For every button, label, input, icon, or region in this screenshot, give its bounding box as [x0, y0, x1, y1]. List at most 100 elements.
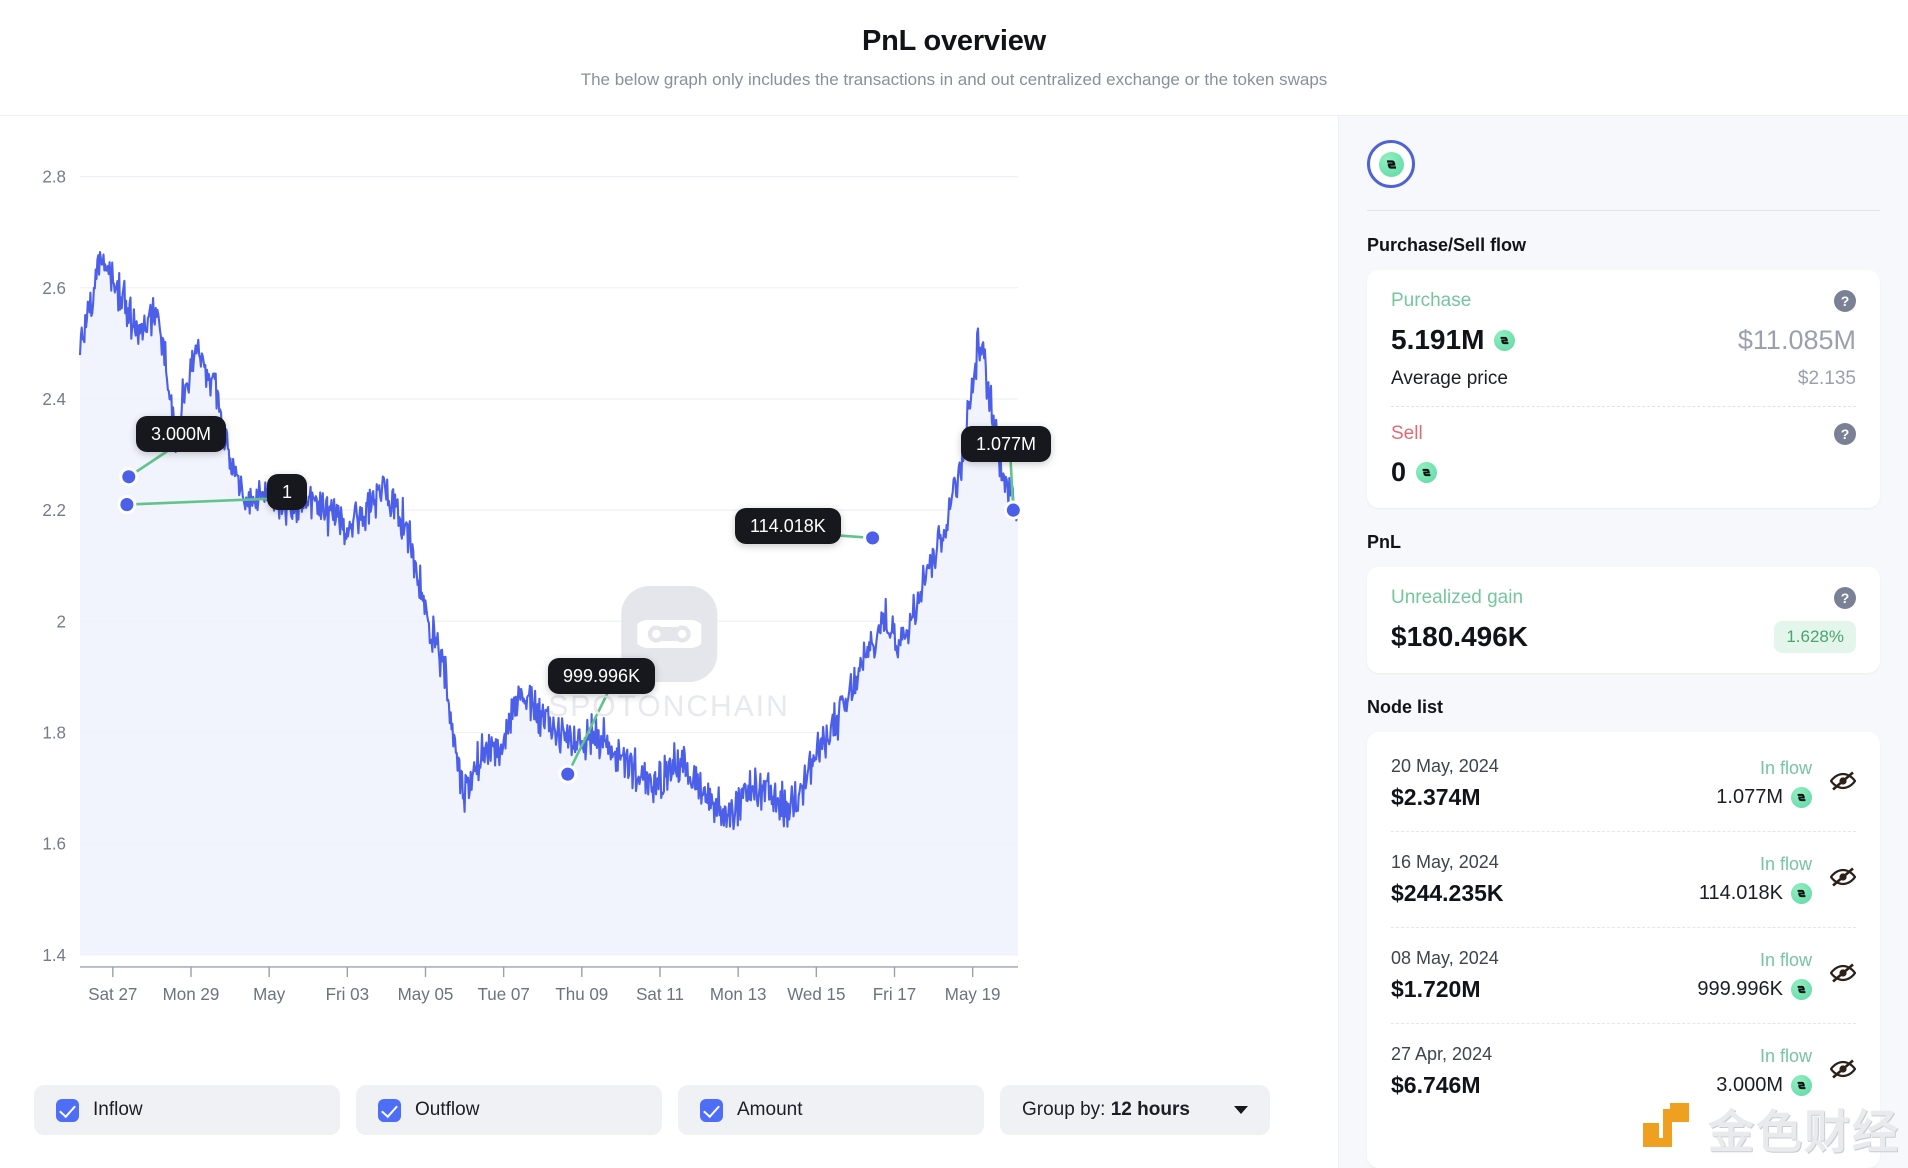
outflow-label: Outflow [415, 1099, 480, 1120]
node-list-item[interactable]: 16 May, 2024 $244.235K In flow 114.018K [1391, 832, 1857, 928]
svg-text:Tue 07: Tue 07 [478, 985, 530, 1004]
chevron-down-icon[interactable] [1234, 1106, 1248, 1114]
eye-off-icon[interactable] [1829, 867, 1857, 892]
token-coin-icon [1791, 979, 1812, 1000]
group-by-dropdown[interactable]: Group by: 12 hours [1000, 1085, 1270, 1135]
amount-checkbox-icon[interactable] [700, 1098, 723, 1122]
page-subtitle: The below graph only includes the transa… [580, 70, 1328, 89]
svg-text:Fri 03: Fri 03 [326, 985, 369, 1004]
purchase-amount-row: 5.191M $11.085M [1391, 324, 1856, 356]
svg-text:Sat 27: Sat 27 [88, 985, 137, 1004]
node-list[interactable]: 20 May, 2024 $2.374M In flow 1.077M 16 M… [1367, 732, 1880, 1168]
unrealized-gain-value-row: $180.496K 1.628% [1391, 621, 1856, 653]
node-date: 08 May, 2024 [1391, 948, 1499, 968]
group-by-text: Group by: 12 hours [1022, 1099, 1190, 1121]
node-quantity: 999.996K [1697, 978, 1812, 1001]
sell-header-row: Sell ? [1391, 423, 1856, 445]
node-usd: $244.235K [1391, 880, 1504, 906]
node-left: 08 May, 2024 $1.720M [1391, 948, 1499, 1003]
node-usd: $1.720M [1391, 976, 1481, 1002]
chart-annotation-label: 114.018K [735, 508, 841, 544]
chart-annotation-label: 1 [267, 474, 308, 510]
unrealized-gain-label: Unrealized gain [1391, 587, 1524, 608]
node-flow-block: In flow 114.018K [1699, 854, 1812, 905]
page-title: PnL overview [861, 25, 1047, 57]
pnl-overview-page: PnL overview The below graph only includ… [0, 0, 1908, 1168]
svg-text:Sat 11: Sat 11 [636, 985, 684, 1004]
purchase-header-row: Purchase ? [1391, 290, 1856, 312]
node-quantity: 1.077M [1716, 786, 1812, 809]
node-list-item[interactable]: 08 May, 2024 $1.720M In flow 999.996K [1391, 928, 1857, 1024]
purchase-usd: $11.085M [1737, 324, 1856, 355]
group-by-prefix: Group by: [1022, 1099, 1111, 1120]
pnl-help-icon[interactable]: ? [1834, 587, 1856, 609]
chart-canvas[interactable]: 2.8 2.6 2.4 2.2 2 1.8 1.6 1.4 Sat 27 Mon 29 May Fri… [0, 116, 1338, 1072]
amount-toggle[interactable]: Amount [678, 1085, 984, 1135]
node-flow-type: In flow [1759, 1046, 1812, 1066]
eye-off-icon[interactable] [1829, 1059, 1857, 1084]
node-flow-type: In flow [1759, 950, 1812, 970]
inflow-toggle[interactable]: Inflow [34, 1085, 340, 1135]
card-dashed-divider [1391, 406, 1856, 407]
node-usd: $6.746M [1391, 1072, 1481, 1098]
node-right: In flow 999.996K [1697, 950, 1857, 1001]
purchase-amount-wrap: 5.191M [1391, 324, 1516, 356]
node-flow-block: In flow 999.996K [1697, 950, 1812, 1001]
token-coin-icon [1791, 1075, 1812, 1096]
purchase-amount: 5.191M [1391, 324, 1485, 355]
flow-section-title: Purchase/Sell flow [1367, 235, 1527, 255]
purchase-help-icon[interactable]: ? [1834, 290, 1856, 312]
node-list-item[interactable]: 20 May, 2024 $2.374M In flow 1.077M [1391, 736, 1857, 832]
node-right: In flow 3.000M [1716, 1046, 1857, 1097]
pnl-percent-badge: 1.628% [1774, 621, 1856, 653]
chart-annotation-label: 999.996K [548, 658, 656, 694]
node-date: 16 May, 2024 [1391, 852, 1499, 872]
node-left: 16 May, 2024 $244.235K [1391, 852, 1504, 907]
token-avatar [1367, 140, 1415, 188]
node-quantity: 114.018K [1699, 882, 1812, 905]
group-by-value: 12 hours [1110, 1099, 1190, 1120]
purchase-label: Purchase [1391, 290, 1472, 311]
panel-divider [1367, 210, 1880, 211]
purchase-sell-card: Purchase ? 5.191M $11.085M Average price… [1367, 270, 1880, 508]
svg-text:Mon 13: Mon 13 [710, 985, 767, 1004]
node-flow-block: In flow 3.000M [1716, 1046, 1812, 1097]
svg-text:1.8: 1.8 [42, 723, 66, 742]
inflow-label: Inflow [93, 1099, 143, 1120]
price-chart[interactable]: 2.8 2.6 2.4 2.2 2 1.8 1.6 1.4 Sat 27 Mon 29 May Fri… [0, 116, 1338, 1072]
svg-text:Thu 09: Thu 09 [555, 985, 608, 1004]
summary-panel: Purchase/Sell flow Purchase ? 5.191M $11… [1338, 116, 1908, 1168]
svg-text:2.8: 2.8 [42, 168, 66, 187]
node-right: In flow 114.018K [1699, 854, 1857, 905]
sell-label: Sell [1391, 423, 1423, 444]
outflow-checkbox-icon[interactable] [378, 1098, 401, 1122]
svg-text:2: 2 [57, 612, 66, 631]
node-list-item[interactable]: 27 Apr, 2024 $6.746M In flow 3.000M [1391, 1024, 1857, 1119]
average-price-row: Average price $2.135 [1391, 368, 1856, 390]
svg-text:1.4: 1.4 [42, 946, 66, 965]
svg-text:1.6: 1.6 [42, 835, 66, 854]
svg-text:May 19: May 19 [945, 985, 1001, 1004]
average-price-label: Average price [1391, 368, 1508, 389]
node-flow-block: In flow 1.077M [1716, 758, 1812, 809]
inflow-checkbox-icon[interactable] [56, 1098, 79, 1122]
sell-amount-row: 0 [1391, 457, 1856, 488]
eye-off-icon[interactable] [1829, 771, 1857, 796]
sell-help-icon[interactable]: ? [1834, 423, 1856, 445]
node-date: 20 May, 2024 [1391, 756, 1499, 776]
svg-text:May: May [253, 985, 286, 1004]
node-flow-type: In flow [1759, 854, 1812, 874]
node-flow-type: In flow [1759, 758, 1812, 778]
outflow-toggle[interactable]: Outflow [356, 1085, 662, 1135]
svg-text:2.4: 2.4 [42, 390, 66, 409]
eye-off-icon[interactable] [1829, 963, 1857, 988]
token-coin-icon [1791, 883, 1812, 904]
node-list-title: Node list [1367, 697, 1444, 717]
chart-annotation-label: 1.077M [961, 426, 1052, 462]
node-date: 27 Apr, 2024 [1391, 1044, 1493, 1064]
svg-text:2.2: 2.2 [42, 501, 66, 520]
node-right: In flow 1.077M [1716, 758, 1857, 809]
node-left: 27 Apr, 2024 $6.746M [1391, 1044, 1492, 1099]
svg-text:Wed 15: Wed 15 [787, 985, 845, 1004]
page-header: PnL overview The below graph only includ… [0, 0, 1908, 116]
